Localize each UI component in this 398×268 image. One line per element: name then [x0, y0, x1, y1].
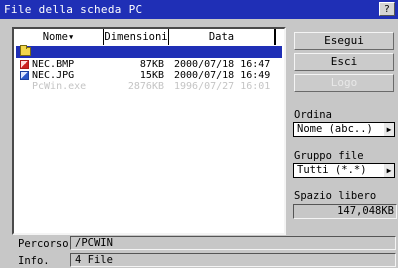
file-size: 15KB: [139, 70, 164, 81]
file-name: PcWin.exe: [32, 81, 87, 92]
dropdown-arrow-icon[interactable]: ▶: [384, 164, 394, 177]
info-label: Info.: [18, 255, 50, 267]
file-row[interactable]: NEC.BMP 87KB 2000/07/18 16:47: [16, 59, 282, 70]
file-group-value: Tutti (*.*): [297, 164, 367, 176]
folder-icon: [20, 45, 31, 56]
file-name: NEC.JPG: [32, 70, 75, 81]
file-list[interactable]: Nome▾ Dimensioni Data NEC.BMP 87KB 2000/…: [12, 27, 286, 235]
file-group-label: Gruppo file: [294, 150, 364, 162]
free-space-value: 147,048KB: [293, 204, 397, 219]
column-size[interactable]: Dimensioni: [104, 29, 169, 45]
path-field: /PCWIN: [70, 236, 396, 250]
logo-button: Logo: [294, 74, 394, 92]
file-row[interactable]: NEC.JPG 15KB 2000/07/18 16:49: [16, 70, 282, 81]
file-browser-window: File della scheda PC ? Nome▾ Dimensioni …: [0, 0, 398, 268]
help-button[interactable]: ?: [379, 2, 395, 16]
free-space-label: Spazio libero: [294, 190, 377, 202]
file-row-disabled: PcWin.exe 2876KB 1996/07/27 16:01: [16, 81, 282, 92]
bmp-file-icon: [20, 60, 29, 69]
column-name[interactable]: Nome▾: [14, 29, 104, 45]
exit-button[interactable]: Esci: [294, 53, 394, 71]
dropdown-arrow-icon[interactable]: ▶: [384, 123, 394, 136]
window-title: File della scheda PC: [4, 3, 143, 16]
jpg-file-icon: [20, 71, 29, 80]
path-label: Percorso: [18, 238, 69, 250]
column-date[interactable]: Data: [169, 29, 276, 45]
selected-folder-row[interactable]: [16, 45, 282, 58]
title-bar: File della scheda PC ?: [0, 0, 398, 19]
file-date: 1996/07/27 16:01: [174, 81, 271, 92]
file-date: 2000/07/18 16:47: [174, 59, 271, 70]
column-header: Nome▾ Dimensioni Data: [14, 29, 284, 45]
file-size: 2876KB: [127, 81, 164, 92]
file-name: NEC.BMP: [32, 59, 75, 70]
file-date: 2000/07/18 16:49: [174, 70, 271, 81]
sort-label: Ordina: [294, 109, 332, 121]
file-size: 87KB: [139, 59, 164, 70]
info-field: 4 File: [70, 253, 396, 267]
run-button[interactable]: Esegui: [294, 32, 394, 50]
file-group-select[interactable]: Tutti (*.*) ▶: [293, 163, 395, 178]
sort-select[interactable]: Nome (abc..) ▶: [293, 122, 395, 137]
sort-value: Nome (abc..): [297, 123, 373, 135]
